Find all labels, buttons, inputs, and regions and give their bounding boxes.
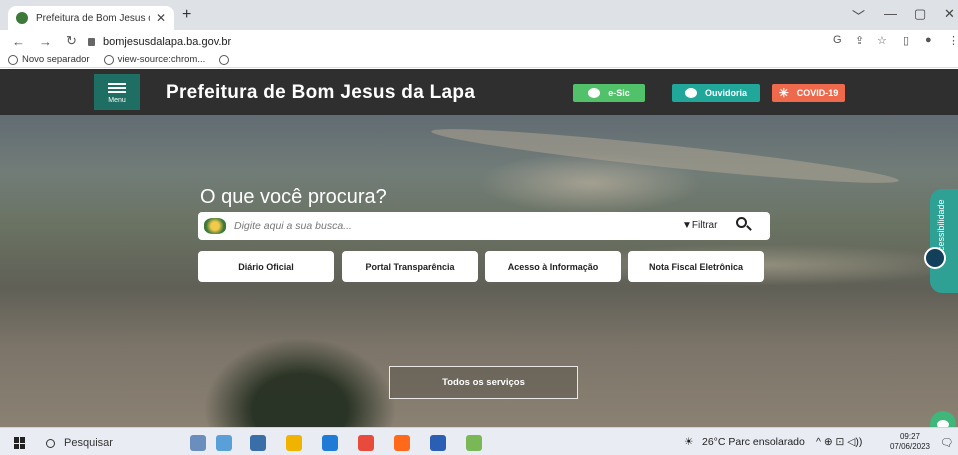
chat-icon [937, 419, 949, 427]
chat-button[interactable] [930, 411, 956, 427]
city-crest-icon [204, 218, 226, 234]
url-field[interactable]: bomjesusdalapa.ba.gov.br [88, 33, 808, 50]
bookmark-star-icon[interactable]: ☆ [877, 34, 887, 47]
search-box: ▼Filtrar [198, 212, 770, 240]
browser-tab-bar: Prefeitura de Bom Jesus da Lapa ✕ + ﹀ — … [0, 0, 958, 30]
virus-icon: ✳ [778, 86, 789, 100]
clock-date: 07/06/2023 [889, 442, 931, 451]
ouvidoria-button[interactable]: Ouvidoria [672, 84, 760, 102]
tab-search-icon[interactable]: ﹀ [852, 6, 865, 25]
browser-tab[interactable]: Prefeitura de Bom Jesus da Lapa ✕ [8, 6, 174, 30]
more-menu-icon[interactable]: ⋮ [948, 34, 958, 47]
share-icon[interactable]: ⇪ [855, 34, 864, 47]
taskbar-clock[interactable]: 09:27 07/06/2023 [885, 432, 935, 452]
mail-app-icon[interactable] [322, 435, 338, 451]
quick-link-nota-fiscal[interactable]: Nota Fiscal Eletrônica [628, 251, 764, 282]
clock-app-icon[interactable] [216, 435, 232, 451]
file-explorer-icon[interactable] [286, 435, 302, 451]
close-tab-icon[interactable]: ✕ [156, 11, 166, 25]
bookmark-novo-separador[interactable]: Novo separador [8, 54, 90, 65]
bookmarks-bar: Novo separador view-source:chrom... [0, 52, 958, 68]
search-icon[interactable] [736, 217, 752, 233]
close-window-button[interactable]: ✕ [944, 6, 955, 22]
windows-start-icon[interactable] [14, 437, 26, 449]
speech-icon [684, 88, 697, 98]
bookmark-unnamed[interactable] [219, 54, 233, 65]
weather-sun-icon[interactable]: ☀ [684, 436, 693, 448]
globe-icon [8, 54, 18, 65]
globe-icon [103, 54, 114, 65]
all-services-button[interactable]: Todos os serviços [389, 366, 578, 399]
url-text: bomjesusdalapa.ba.gov.br [103, 35, 232, 48]
maximize-button[interactable]: ▢ [914, 6, 926, 22]
menu-label: Menu [108, 96, 126, 104]
hero-title: O que você procura? [200, 186, 387, 208]
bookmark-label: Novo separador [22, 54, 90, 65]
bookmark-view-source[interactable]: view-source:chrom... [103, 54, 206, 65]
system-tray[interactable]: ^ ⊕ ⊡ ◁)) [816, 436, 862, 448]
quick-link-portal-transparencia[interactable]: Portal Transparência [342, 251, 478, 282]
back-button[interactable]: ← [12, 34, 25, 49]
taskbar-search[interactable]: Pesquisar [46, 434, 186, 452]
covid-button[interactable]: ✳ COVID-19 [772, 84, 845, 102]
weather-widget[interactable]: 26°C Parc ensolarado [702, 436, 805, 448]
hamburger-icon [108, 81, 126, 95]
site-favicon-icon [16, 12, 28, 24]
lock-icon [88, 37, 95, 46]
covid-label: COVID-19 [796, 88, 839, 98]
task-view-icon[interactable] [250, 435, 266, 451]
hero-banner: O que você procura? ▼Filtrar Diário Ofic… [0, 115, 958, 427]
profile-icon[interactable]: ● [925, 34, 932, 46]
side-panel-icon[interactable]: ▯ [903, 34, 909, 47]
menu-button[interactable]: Menu [94, 74, 140, 110]
paint-icon[interactable] [466, 435, 482, 451]
forward-button[interactable]: → [39, 34, 52, 49]
reload-button[interactable]: ↻ [66, 33, 77, 49]
chrome-icon[interactable] [358, 435, 374, 451]
notifications-icon[interactable]: 🗨 [940, 436, 953, 449]
quick-link-diario-oficial[interactable]: Diário Oficial [198, 251, 334, 282]
new-tab-button[interactable]: + [182, 6, 191, 24]
ouvidoria-label: Ouvidoria [704, 88, 747, 98]
site-title[interactable]: Prefeitura de Bom Jesus da Lapa [166, 82, 475, 104]
minimize-button[interactable]: — [884, 6, 897, 21]
clock-time: 09:27 [899, 432, 921, 441]
google-icon[interactable]: G [833, 34, 842, 46]
search-icon [46, 438, 55, 448]
word-icon[interactable] [430, 435, 446, 451]
weather-app-icon[interactable] [190, 435, 206, 451]
filter-button[interactable]: ▼Filtrar [682, 220, 717, 231]
search-input[interactable] [234, 218, 654, 234]
globe-icon [219, 54, 230, 65]
river-background [430, 120, 900, 192]
firefox-icon[interactable] [394, 435, 410, 451]
esic-button[interactable]: e-Sic [573, 84, 645, 102]
taskbar-search-label: Pesquisar [64, 437, 113, 449]
windows-taskbar: Pesquisar ☀ 26°C Parc ensolarado ^ ⊕ ⊡ ◁… [0, 427, 958, 455]
site-header: Menu Prefeitura de Bom Jesus da Lapa e-S… [0, 69, 958, 115]
esic-label: e-Sic [608, 88, 630, 98]
quick-link-acesso-informacao[interactable]: Acesso à Informação [485, 251, 621, 282]
address-bar-row: ← → ↻ bomjesusdalapa.ba.gov.br [0, 30, 958, 52]
bookmark-label: view-source:chrom... [117, 54, 206, 65]
accessibility-icon[interactable] [924, 247, 946, 269]
chat-bubble-icon [588, 88, 601, 98]
tab-title: Prefeitura de Bom Jesus da Lapa [36, 12, 150, 24]
accessibility-tab[interactable]: Acessibilidade [924, 189, 958, 293]
